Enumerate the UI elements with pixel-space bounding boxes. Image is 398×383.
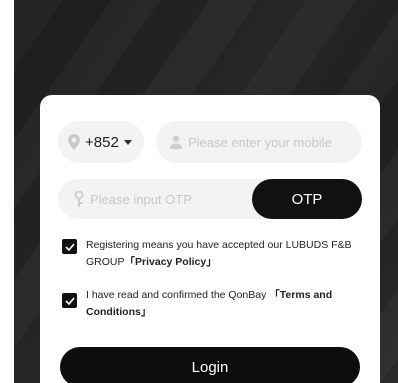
terms-text-prefix: I have read and confirmed the QonBay <box>86 289 267 301</box>
phone-row: +852 <box>58 121 362 163</box>
privacy-checkbox[interactable] <box>62 239 77 254</box>
terms-agreement-text: I have read and confirmed the QonBay 「Te… <box>86 287 366 321</box>
checkmark-icon <box>64 296 75 305</box>
login-button[interactable]: Login <box>60 347 360 383</box>
mobile-field[interactable] <box>156 121 362 163</box>
left-edge <box>0 0 14 383</box>
privacy-policy-link[interactable]: 「Privacy Policy」 <box>125 256 217 268</box>
person-icon <box>170 135 182 149</box>
country-code-value: +852 <box>85 133 119 151</box>
country-code-select[interactable]: +852 <box>58 121 144 163</box>
caret-down-icon <box>123 139 132 145</box>
terms-agreement: I have read and confirmed the QonBay 「Te… <box>62 287 366 321</box>
mobile-input[interactable] <box>188 134 362 150</box>
privacy-agreement: Registering means you have accepted our … <box>62 237 366 271</box>
otp-input[interactable] <box>90 191 272 207</box>
key-icon <box>74 191 84 207</box>
get-otp-button[interactable]: OTP <box>252 179 362 219</box>
otp-row: OTP <box>58 179 362 219</box>
location-pin-icon <box>68 134 80 150</box>
checkmark-icon <box>64 242 75 251</box>
terms-checkbox[interactable] <box>62 293 77 308</box>
privacy-agreement-text: Registering means you have accepted our … <box>86 237 366 271</box>
otp-field[interactable] <box>58 179 272 219</box>
login-card: +852 OTP Registering means you <box>40 95 380 383</box>
